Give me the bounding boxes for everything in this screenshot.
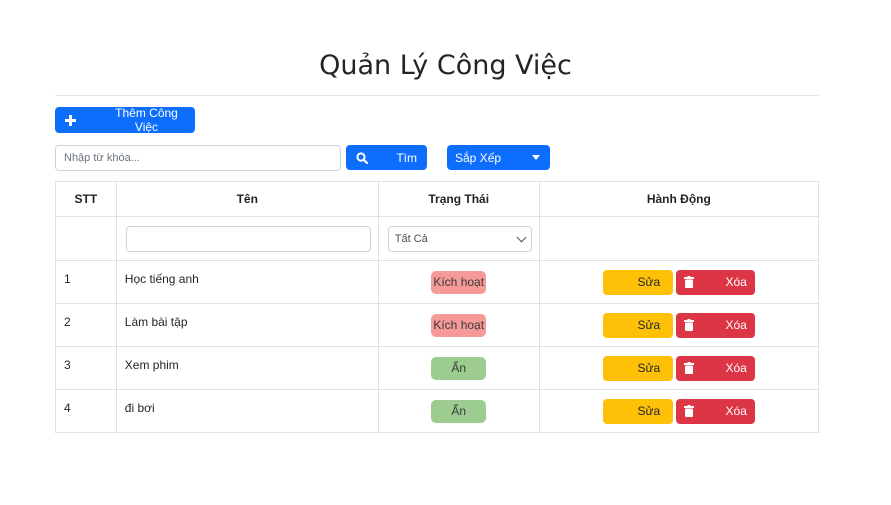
add-task-label: Thêm Công Việc xyxy=(115,106,178,134)
search-icon xyxy=(356,151,368,164)
table-row: 3 Xem phim Ẩn Sửa Xóa xyxy=(55,346,820,390)
search-label: Tìm xyxy=(396,150,417,165)
trash-icon xyxy=(683,362,694,374)
row-name: đi bơi xyxy=(115,389,379,433)
row-status-cell: Kích hoạt xyxy=(377,303,540,347)
header-stt: STT xyxy=(55,181,117,217)
row-actions: Sửa Xóa xyxy=(538,346,820,390)
table-row: 4 đi bơi Ẩn Sửa Xóa xyxy=(55,389,820,433)
task-table: STT Tên Trạng Thái Hành Động Tất Cả 1 Họ… xyxy=(55,181,820,433)
chevron-down-icon xyxy=(516,232,527,242)
trash-icon xyxy=(683,276,694,288)
filter-row: Tất Cả xyxy=(55,216,820,261)
plus-icon xyxy=(65,114,76,126)
status-badge[interactable]: Ẩn xyxy=(431,399,487,423)
filter-status-cell: Tất Cả xyxy=(377,216,540,261)
filter-stt-cell xyxy=(55,216,117,261)
search-input[interactable] xyxy=(55,145,341,171)
filter-actions-cell xyxy=(538,216,820,261)
row-stt: 2 xyxy=(55,303,117,347)
edit-label: Sửa xyxy=(637,404,661,418)
delete-label: Xóa xyxy=(725,275,747,289)
status-filter-value: Tất Cả xyxy=(394,232,428,245)
delete-label: Xóa xyxy=(725,318,747,332)
delete-button[interactable]: Xóa xyxy=(675,269,755,295)
edit-button[interactable]: Sửa xyxy=(602,355,673,381)
edit-button[interactable]: Sửa xyxy=(602,269,673,295)
row-actions: Sửa Xóa xyxy=(538,303,820,347)
status-badge[interactable]: Kích hoạt xyxy=(431,270,487,294)
sort-dropdown-button[interactable]: Sắp Xếp xyxy=(447,145,550,170)
header-name: Tên xyxy=(115,181,379,217)
edit-label: Sửa xyxy=(637,275,661,289)
name-filter-input[interactable] xyxy=(125,225,371,252)
table-row: 2 Làm bài tập Kích hoạt Sửa Xóa xyxy=(55,303,820,347)
caret-down-icon xyxy=(532,155,540,160)
row-stt: 3 xyxy=(55,346,117,390)
page-title: Quản Lý Công Việc xyxy=(319,50,572,81)
header-status: Trạng Thái xyxy=(377,181,540,217)
delete-label: Xóa xyxy=(725,361,747,375)
row-status-cell: Ẩn xyxy=(377,389,540,433)
status-badge[interactable]: Ẩn xyxy=(431,356,487,380)
edit-label: Sửa xyxy=(637,318,661,332)
header-actions: Hành Động xyxy=(538,181,820,217)
delete-button[interactable]: Xóa xyxy=(675,398,755,424)
trash-icon xyxy=(683,319,694,331)
row-name: Làm bài tập xyxy=(115,303,379,347)
sort-label: Sắp Xếp xyxy=(455,150,502,165)
row-actions: Sửa Xóa xyxy=(538,389,820,433)
row-status-cell: Ẩn xyxy=(377,346,540,390)
table-header-row: STT Tên Trạng Thái Hành Động xyxy=(55,181,820,217)
filter-name-cell xyxy=(115,216,379,261)
edit-button[interactable]: Sửa xyxy=(602,312,673,338)
delete-label: Xóa xyxy=(725,404,747,418)
status-filter-select[interactable]: Tất Cả xyxy=(387,225,532,252)
delete-button[interactable]: Xóa xyxy=(675,312,755,338)
edit-button[interactable]: Sửa xyxy=(602,398,673,424)
row-name: Học tiếng anh xyxy=(115,260,379,304)
search-button[interactable]: Tìm xyxy=(346,145,427,170)
edit-label: Sửa xyxy=(637,361,661,375)
title-divider xyxy=(55,95,819,96)
row-stt: 1 xyxy=(55,260,117,304)
row-actions: Sửa Xóa xyxy=(538,260,820,304)
delete-button[interactable]: Xóa xyxy=(675,355,755,381)
row-stt: 4 xyxy=(55,389,117,433)
add-task-button[interactable]: Thêm Công Việc xyxy=(55,106,195,134)
row-status-cell: Kích hoạt xyxy=(377,260,540,304)
status-badge[interactable]: Kích hoạt xyxy=(431,313,487,337)
trash-icon xyxy=(683,405,694,417)
table-row: 1 Học tiếng anh Kích hoạt Sửa Xóa xyxy=(55,260,820,304)
row-name: Xem phim xyxy=(115,346,379,390)
